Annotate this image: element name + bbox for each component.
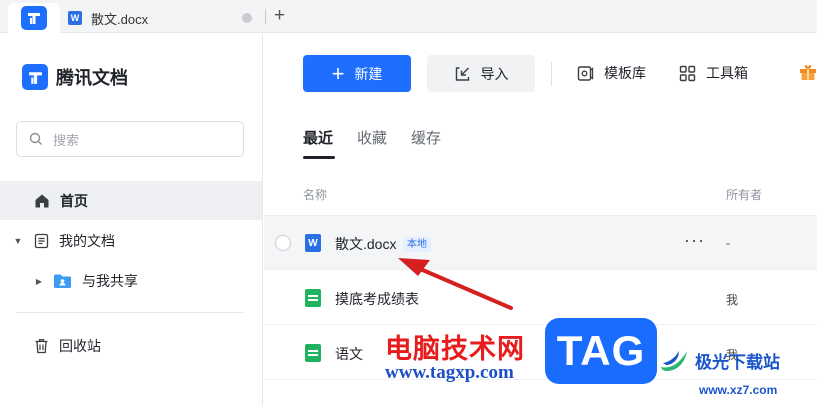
sidebar-item-label: 与我共享 xyxy=(82,273,138,289)
close-tab-dot-icon[interactable] xyxy=(242,13,252,23)
file-owner: - xyxy=(726,236,730,250)
tab-cache[interactable]: 缓存 xyxy=(411,127,441,148)
table-row[interactable]: W 散文.docx 本地 ··· - xyxy=(264,216,817,270)
sidebar-item-label: 我的文档 xyxy=(59,233,115,249)
file-name[interactable]: 散文.docx xyxy=(335,234,396,254)
toolbox-label: 工具箱 xyxy=(706,65,748,81)
home-icon xyxy=(35,194,49,207)
app-window: W 散文.docx + 腾讯文档 搜索 首页 ▼ 我的文档 ▶ 与我共享 回收站… xyxy=(0,0,817,406)
doc-tab-title: 散文.docx xyxy=(91,11,149,27)
content-tabs: 最近 收藏 缓存 xyxy=(303,127,465,148)
chevron-right-icon[interactable]: ▶ xyxy=(33,277,45,286)
spreadsheet-icon xyxy=(305,344,321,362)
import-button-label: 导入 xyxy=(480,65,509,82)
column-header-owner[interactable]: 所有者 xyxy=(726,186,762,203)
spreadsheet-icon xyxy=(305,289,321,307)
sidebar-item-home[interactable]: 首页 xyxy=(0,181,262,220)
search-icon xyxy=(29,132,42,145)
grid-icon xyxy=(679,65,696,81)
sidebar-item-my-docs[interactable]: ▼ 我的文档 xyxy=(0,223,262,259)
file-name[interactable]: 摸底考成绩表 xyxy=(335,289,419,309)
new-button-label: 新建 xyxy=(354,65,383,82)
row-select-radio[interactable] xyxy=(275,235,291,251)
file-owner: 我 xyxy=(726,293,739,307)
watermark-site: 极光下载站 xyxy=(657,343,780,377)
sidebar-item-shared[interactable]: ▶ 与我共享 xyxy=(0,263,262,299)
toolbox-button[interactable]: 工具箱 xyxy=(679,63,748,83)
active-tab-underline xyxy=(303,156,335,159)
tab-recent[interactable]: 最近 xyxy=(303,127,333,148)
toolbar-separator xyxy=(551,62,552,86)
import-icon xyxy=(455,66,469,81)
tab-bar: W 散文.docx + xyxy=(0,0,817,33)
sidebar-item-label: 回收站 xyxy=(59,338,101,354)
doc-tab[interactable]: W 散文.docx xyxy=(60,3,265,33)
watermark-cn-text: 电脑技术网 xyxy=(385,334,525,364)
search-input[interactable]: 搜索 xyxy=(16,121,244,157)
watermark-url: www.tagxp.com xyxy=(385,362,514,383)
search-placeholder: 搜索 xyxy=(53,132,80,148)
new-button[interactable]: + 新建 xyxy=(303,55,411,92)
home-tab[interactable] xyxy=(8,3,60,33)
template-library-label: 模板库 xyxy=(604,65,646,81)
sidebar-item-trash[interactable]: 回收站 xyxy=(0,328,262,364)
gift-icon[interactable] xyxy=(799,63,817,81)
chevron-down-icon[interactable]: ▼ xyxy=(12,236,24,246)
column-header-name[interactable]: 名称 xyxy=(303,186,327,203)
template-icon xyxy=(577,65,594,81)
brand-name: 腾讯文档 xyxy=(56,68,128,88)
plus-icon: + xyxy=(331,60,345,86)
document-icon xyxy=(34,233,49,249)
tab-favorites[interactable]: 收藏 xyxy=(357,127,387,148)
local-badge: 本地 xyxy=(403,237,431,252)
brand[interactable]: 腾讯文档 xyxy=(22,64,128,90)
file-name[interactable]: 语文 xyxy=(335,344,363,364)
watermark-tag-logo: TAG xyxy=(545,318,657,384)
add-tab-button[interactable]: + xyxy=(274,5,285,27)
sidebar-item-label: 首页 xyxy=(60,192,88,209)
aurora-logo-icon xyxy=(661,351,687,371)
table-row[interactable]: 摸底考成绩表 我 xyxy=(264,271,817,325)
tencent-docs-logo-icon xyxy=(22,64,48,90)
template-library-button[interactable]: 模板库 xyxy=(577,63,646,83)
word-file-icon: W xyxy=(305,234,321,252)
word-icon: W xyxy=(68,11,82,25)
shared-folder-icon xyxy=(54,274,71,288)
import-button[interactable]: 导入 xyxy=(427,55,535,92)
tab-separator xyxy=(265,9,266,24)
trash-icon xyxy=(35,339,48,354)
tencent-docs-logo-icon xyxy=(21,6,47,30)
watermark-site-url: www.xz7.com xyxy=(699,383,778,397)
watermark-site-name: 极光下载站 xyxy=(695,352,780,372)
more-options-icon[interactable]: ··· xyxy=(684,230,705,251)
sidebar-divider xyxy=(16,312,243,313)
sidebar: 腾讯文档 搜索 首页 ▼ 我的文档 ▶ 与我共享 回收站 xyxy=(0,34,263,406)
